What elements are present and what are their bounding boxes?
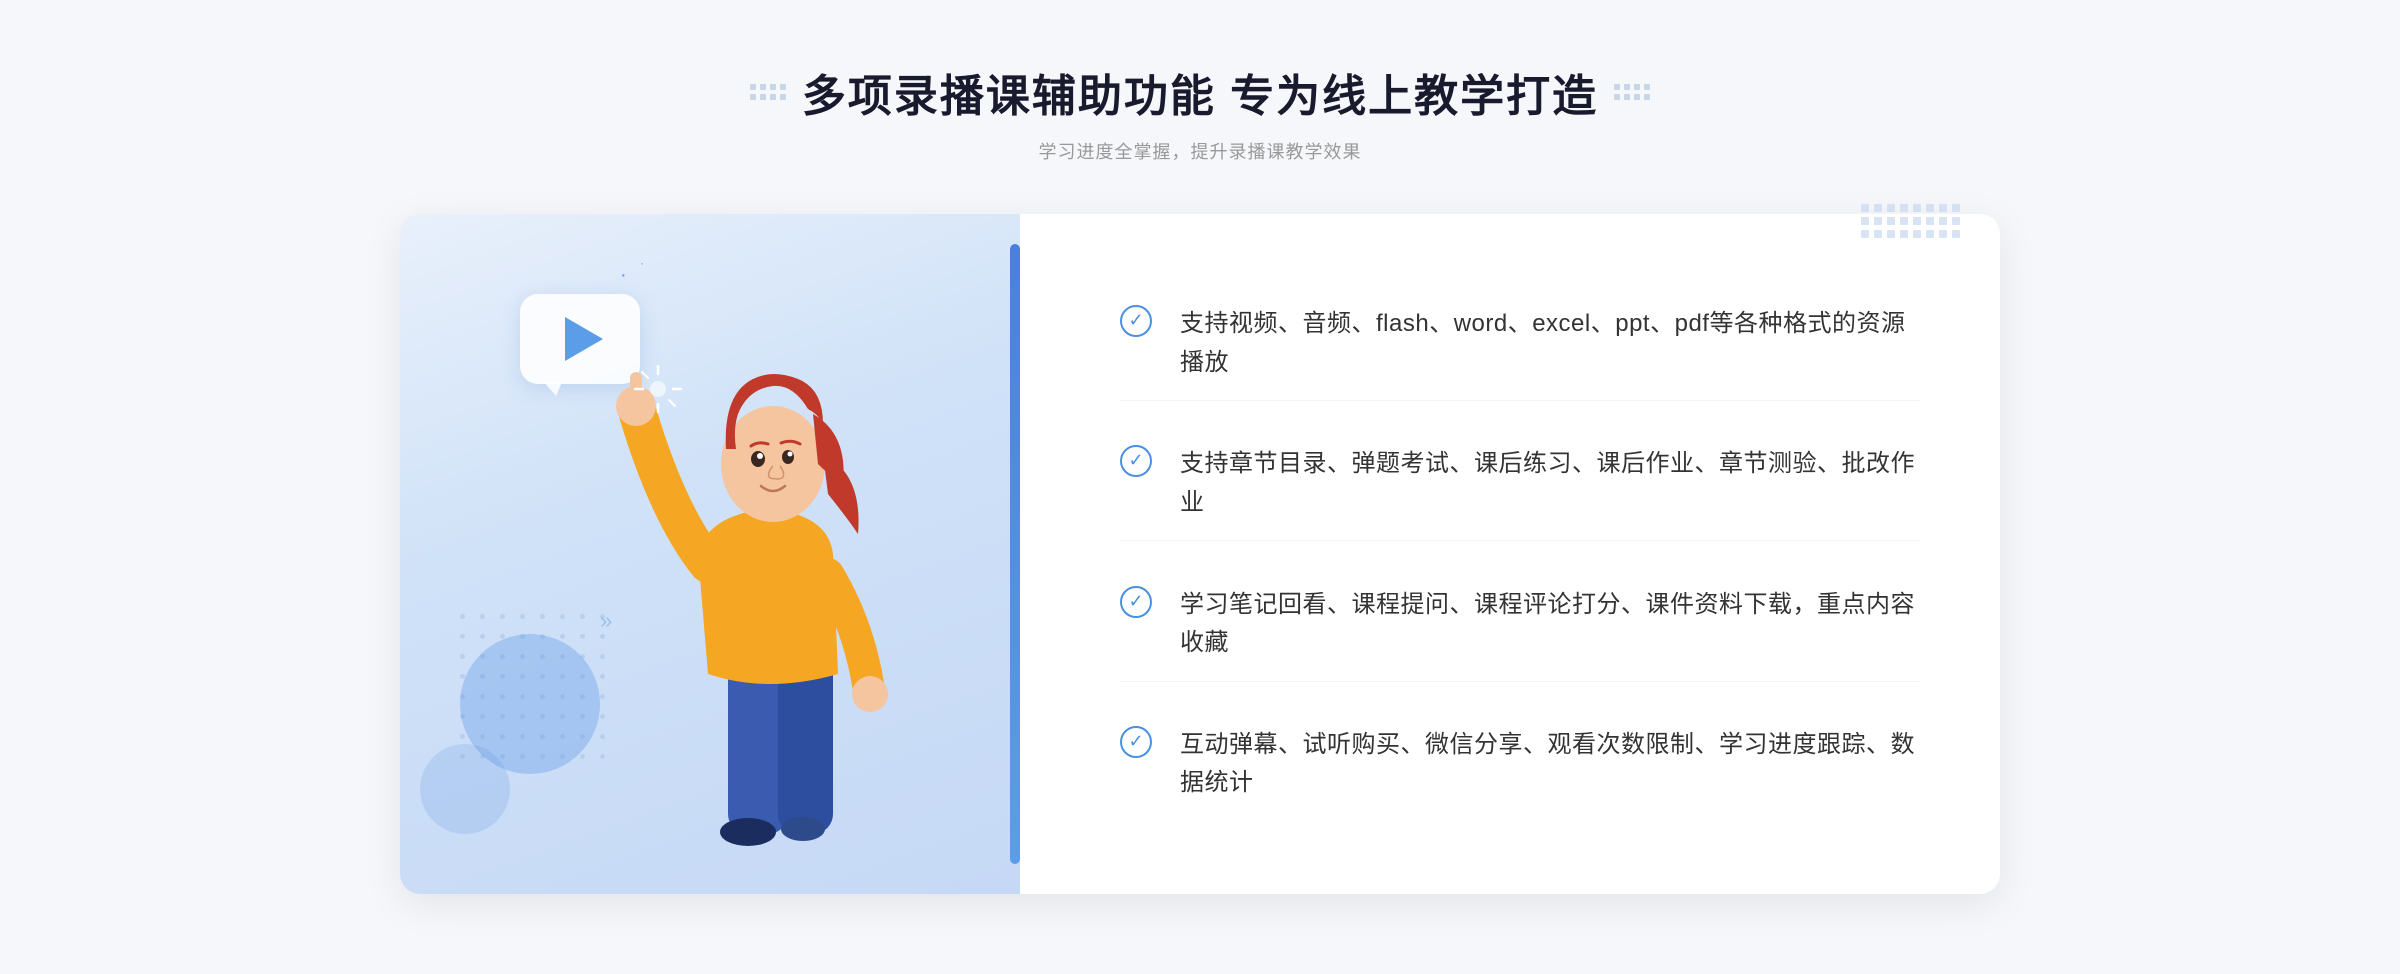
play-icon (565, 317, 603, 361)
check-mark-4: ✓ (1128, 732, 1143, 750)
check-mark-2: ✓ (1128, 451, 1143, 469)
check-mark-1: ✓ (1128, 311, 1143, 329)
page-subtitle: 学习进度全掌握，提升录播课教学效果 (1038, 138, 1361, 164)
feature-text-3: 学习笔记回看、课程提问、课程评论打分、课件资料下载，重点内容收藏 (1180, 586, 1920, 663)
feature-item-4: ✓ 互动弹幕、试听购买、微信分享、观看次数限制、学习进度跟踪、数据统计 (1120, 708, 1920, 821)
circle-decoration-small (420, 744, 510, 834)
page-title: 多项录播课辅助功能 专为线上教学打造 (802, 60, 1598, 124)
feature-text-2: 支持章节目录、弹题考试、课后练习、课后作业、章节测验、批改作业 (1180, 445, 1920, 522)
feature-text-4: 互动弹幕、试听购买、微信分享、观看次数限制、学习进度跟踪、数据统计 (1180, 726, 1920, 803)
illustration-panel: · · » (400, 214, 1020, 894)
check-icon-3: ✓ (1120, 586, 1152, 618)
check-icon-2: ✓ (1120, 445, 1152, 477)
title-dots-left (750, 84, 786, 100)
content-card: · · » (400, 214, 2000, 894)
features-panel: ✓ 支持视频、音频、flash、word、excel、ppt、pdf等各种格式的… (1020, 214, 2000, 894)
feature-item-1: ✓ 支持视频、音频、flash、word、excel、ppt、pdf等各种格式的… (1120, 287, 1920, 401)
title-dots-right (1614, 84, 1650, 100)
feature-text-1: 支持视频、音频、flash、word、excel、ppt、pdf等各种格式的资源… (1180, 305, 1920, 382)
title-row: 多项录播课辅助功能 专为线上教学打造 (750, 60, 1650, 124)
check-icon-4: ✓ (1120, 726, 1152, 758)
blue-bar-decoration (1010, 244, 1020, 864)
feature-item-2: ✓ 支持章节目录、弹题考试、课后练习、课后作业、章节测验、批改作业 (1120, 427, 1920, 541)
page-wrapper: 多项录播课辅助功能 专为线上教学打造 学习进度全掌握，提升录播课教学效果 (0, 0, 2400, 974)
check-icon-1: ✓ (1120, 305, 1152, 337)
stripe-decoration (1861, 204, 1960, 238)
header-section: 多项录播课辅助功能 专为线上教学打造 学习进度全掌握，提升录播课教学效果 (750, 60, 1650, 164)
check-mark-3: ✓ (1128, 592, 1143, 610)
sparkle-icon: · (620, 264, 627, 287)
feature-item-3: ✓ 学习笔记回看、课程提问、课程评论打分、课件资料下载，重点内容收藏 (1120, 568, 1920, 682)
sparkle-small-icon: · (640, 256, 644, 270)
person-illustration (608, 334, 948, 894)
